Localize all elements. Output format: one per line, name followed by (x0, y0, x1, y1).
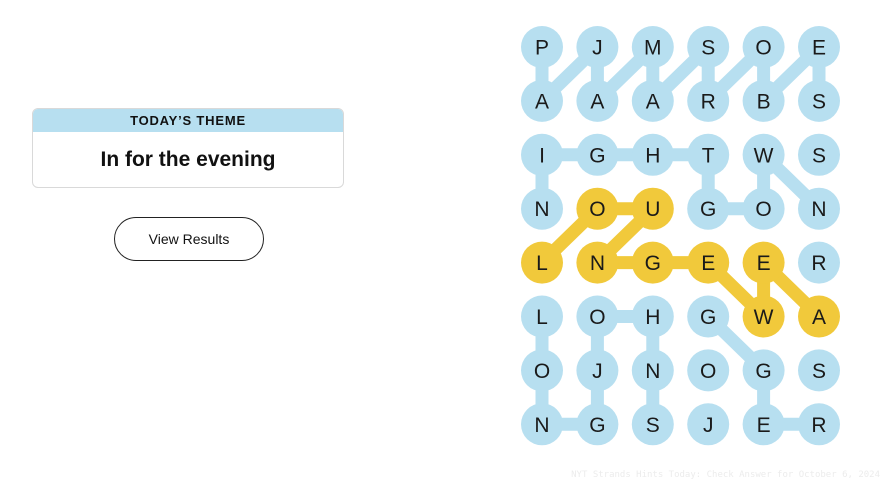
letter-tile-r0c0[interactable]: P (521, 26, 563, 68)
tile-letter: H (645, 306, 660, 329)
tile-letter: A (535, 90, 549, 113)
tile-letter: E (757, 414, 771, 437)
letter-tile-r7c3[interactable]: J (687, 403, 730, 446)
tile-letter: U (645, 198, 660, 221)
tile-letter: S (812, 90, 826, 113)
letter-tile-r2c5[interactable]: S (798, 133, 840, 176)
letter-tile-r5c2[interactable]: H (631, 295, 674, 338)
letter-tile-r0c2[interactable]: M (631, 26, 674, 68)
tile-letter: N (811, 198, 826, 221)
letter-tile-r0c4[interactable]: O (742, 26, 785, 68)
letter-tile-r4c3[interactable]: E (687, 241, 730, 284)
tile-letter: W (754, 306, 774, 329)
letter-tile-r0c1[interactable]: J (576, 26, 619, 68)
letter-tile-r0c5[interactable]: E (798, 26, 840, 68)
letter-tile-r3c0[interactable]: N (521, 187, 563, 230)
tile-letter: G (755, 360, 771, 383)
tile-letter: A (646, 90, 660, 113)
tile-letter: J (592, 360, 603, 383)
tile-letter: O (755, 198, 771, 221)
letter-tile-r2c3[interactable]: T (687, 133, 730, 176)
letter-tile-r6c5[interactable]: S (798, 349, 840, 392)
letter-tile-r5c3[interactable]: G (687, 295, 730, 338)
tile-letter: S (646, 414, 660, 437)
letter-tile-r1c3[interactable]: R (687, 79, 730, 122)
tile-letter: O (755, 37, 771, 60)
letter-tile-r7c2[interactable]: S (631, 403, 674, 446)
letter-tile-r5c5[interactable]: A (798, 295, 840, 338)
letter-tile-r3c1[interactable]: O (576, 187, 619, 230)
letter-tile-r7c1[interactable]: G (576, 403, 619, 446)
letter-tile-r2c0[interactable]: I (521, 133, 563, 176)
tile-letter: O (700, 360, 716, 383)
tile-letter: N (534, 414, 549, 437)
letter-tile-r0c3[interactable]: S (687, 26, 730, 68)
letter-tile-r2c4[interactable]: W (742, 133, 785, 176)
letter-tile-r3c2[interactable]: U (631, 187, 674, 230)
tile-letter: G (645, 252, 661, 275)
tile-letter: N (534, 198, 549, 221)
tile-letter: O (589, 198, 605, 221)
letter-tile-r5c0[interactable]: L (521, 295, 563, 338)
letter-tile-r3c3[interactable]: G (687, 187, 730, 230)
tile-letter: A (812, 306, 826, 329)
letter-tile-r3c5[interactable]: N (798, 187, 840, 230)
tile-letter: T (702, 144, 715, 167)
strands-results-page: TODAY’S THEME In for the evening View Re… (0, 0, 884, 485)
tile-letter: G (700, 198, 716, 221)
tile-letter: S (812, 360, 826, 383)
tile-letter: S (812, 144, 826, 167)
letter-tile-r4c5[interactable]: R (798, 241, 840, 284)
letter-tile-r7c4[interactable]: E (742, 403, 785, 446)
letter-tile-r6c3[interactable]: O (687, 349, 730, 392)
tile-letter: E (757, 252, 771, 275)
letter-tile-r6c0[interactable]: O (521, 349, 563, 392)
tile-letter: R (811, 252, 826, 275)
letter-tile-r1c1[interactable]: A (576, 79, 619, 122)
letter-tile-r1c0[interactable]: A (521, 79, 563, 122)
tile-letter: L (536, 306, 548, 329)
tile-letter: L (536, 252, 548, 275)
letter-tile-r2c2[interactable]: H (631, 133, 674, 176)
letter-tile-r5c4[interactable]: W (742, 295, 785, 338)
letter-board: P J M S O E A A A R B S I G H T W S N O U G O N L N G E E R L O H G W A O J N O… (521, 26, 840, 446)
tile-letter: R (701, 90, 716, 113)
tile-letter: O (534, 360, 550, 383)
letter-tile-r4c1[interactable]: N (576, 241, 619, 284)
letter-tile-r6c2[interactable]: N (631, 349, 674, 392)
tile-letter: A (590, 90, 604, 113)
tile-letter: N (645, 360, 660, 383)
watermark: NYT Strands Hints Today: Check Answer fo… (571, 470, 880, 480)
tile-letter: G (589, 414, 605, 437)
tile-letter: E (701, 252, 715, 275)
letter-tile-r1c2[interactable]: A (631, 79, 674, 122)
tile-letter: S (701, 37, 715, 60)
letter-tile-r7c0[interactable]: N (521, 403, 563, 446)
letter-tile-r4c4[interactable]: E (742, 241, 785, 284)
tile-letter: P (535, 37, 549, 60)
tile-letter: R (811, 414, 826, 437)
tile-letter: J (592, 37, 603, 60)
letter-tile-r2c1[interactable]: G (576, 133, 619, 176)
letter-tile-r6c4[interactable]: G (742, 349, 785, 392)
letter-tile-r1c5[interactable]: S (798, 79, 840, 122)
letter-tile-r1c4[interactable]: B (742, 79, 785, 122)
tile-letter: B (757, 90, 771, 113)
tile-letter: O (589, 306, 605, 329)
letter-tile-r5c1[interactable]: O (576, 295, 619, 338)
tile-letter: W (754, 144, 774, 167)
tile-letter: J (703, 414, 714, 437)
letter-tile-r4c0[interactable]: L (521, 241, 563, 284)
tile-letter: M (644, 37, 662, 60)
letter-tile-r3c4[interactable]: O (742, 187, 785, 230)
letter-tile-r7c5[interactable]: R (798, 403, 840, 446)
tile-letter: G (589, 144, 605, 167)
tile-letter: G (700, 306, 716, 329)
tile-letter: N (590, 252, 605, 275)
letter-tile-r4c2[interactable]: G (631, 241, 674, 284)
letter-tile-r6c1[interactable]: J (576, 349, 619, 392)
tile-letter: E (812, 37, 826, 60)
tile-letter: H (645, 144, 660, 167)
tile-letter: I (539, 144, 545, 167)
